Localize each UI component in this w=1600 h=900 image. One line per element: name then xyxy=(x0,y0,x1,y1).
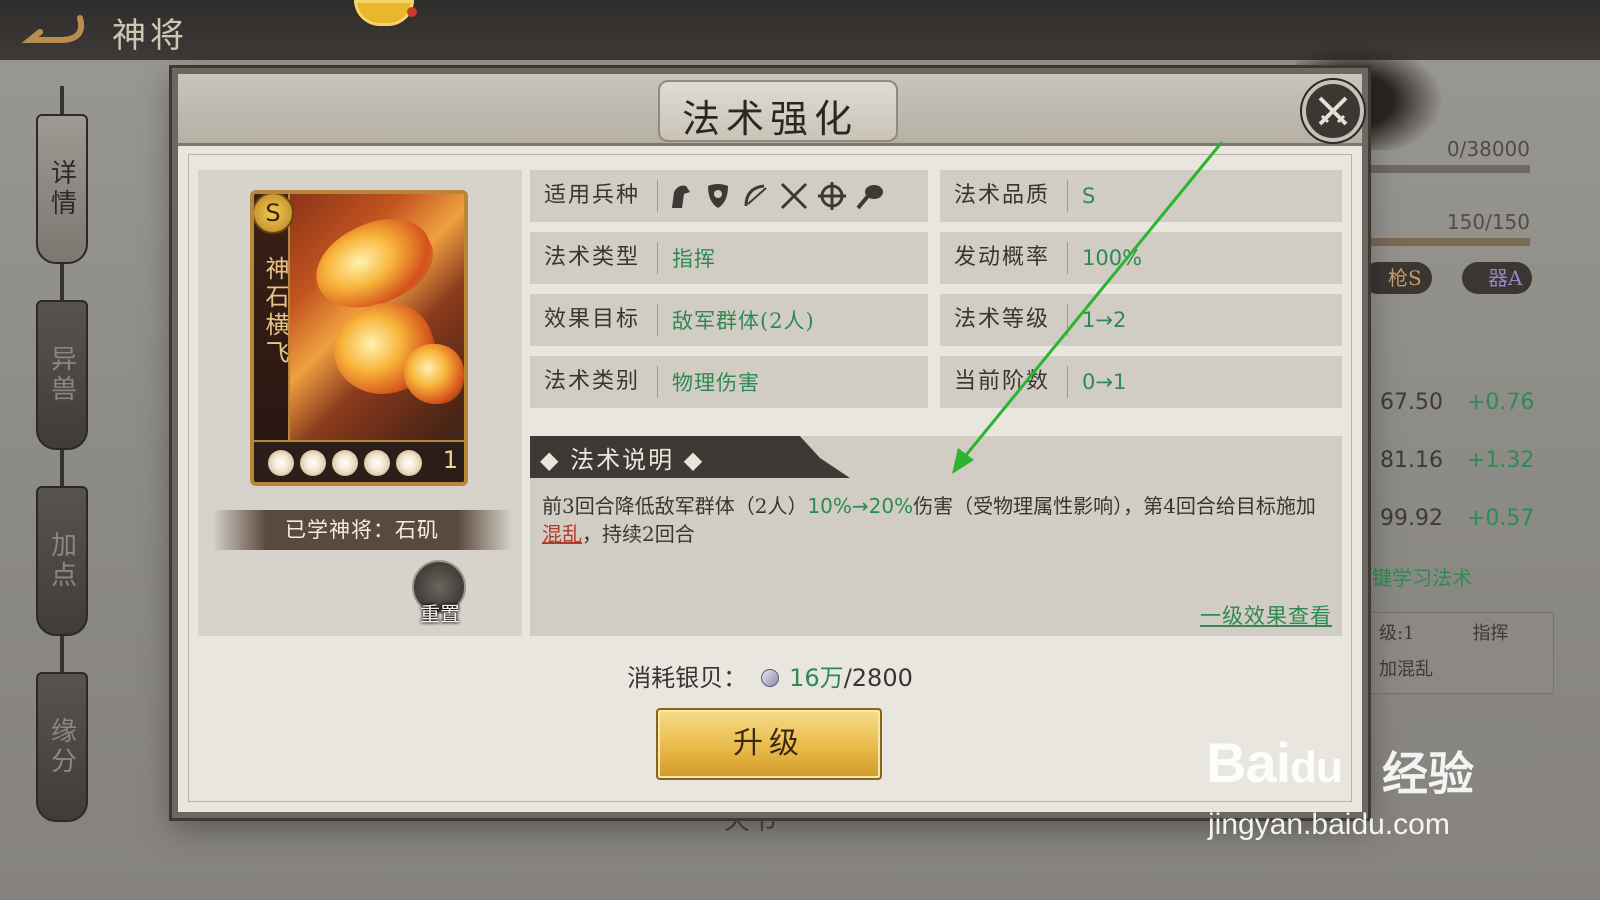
bg-learn-skill-link[interactable]: 键学习法术 xyxy=(1372,562,1472,591)
bow-icon xyxy=(744,184,767,207)
cost-required: /2800 xyxy=(843,664,913,692)
info-label: 法术等级 xyxy=(940,304,1068,336)
info-label: 发动概率 xyxy=(940,242,1068,274)
star-icon xyxy=(300,450,326,476)
reset-label: 重置 xyxy=(420,602,460,626)
card-grade-badge: S xyxy=(254,194,294,234)
info-current-stage: 当前阶数 0→1 xyxy=(940,356,1342,408)
skill-upgrade-dialog: 法术强化 神石横飞 S 1 已学神将：石矶 重置 适用兵种 法术品质 S 法术类… xyxy=(172,68,1368,818)
level-one-effect-link[interactable]: 一级效果查看 xyxy=(1200,600,1332,630)
card-skill-name: 神石横飞 xyxy=(261,256,289,368)
skill-description-panel: ◆ 法术说明 ◆ 前3回合降低敌军群体（2人）10%→20%伤害（受物理属性影响… xyxy=(530,436,1342,636)
side-tab-beast[interactable]: 异兽 xyxy=(36,300,88,450)
event-badge-icon[interactable] xyxy=(354,0,417,26)
info-value: 0→1 xyxy=(1082,370,1127,394)
bg-stat-row: 67.50 +0.76 xyxy=(1380,390,1535,415)
skill-card[interactable]: 神石横飞 S 1 xyxy=(250,190,468,486)
back-arrow-icon xyxy=(21,15,84,43)
card-star-bar: 1 xyxy=(254,440,464,482)
reset-button[interactable]: 重置 xyxy=(412,560,468,630)
info-effect-target: 效果目标 敌军群体(2人) xyxy=(530,294,928,346)
troop-icon-list xyxy=(658,180,886,212)
info-label: 效果目标 xyxy=(530,304,658,336)
side-tab-points[interactable]: 加点 xyxy=(36,486,88,636)
notification-dot xyxy=(407,7,417,17)
shield-icon xyxy=(708,184,728,208)
spear-icon xyxy=(780,182,808,210)
bg-progress-bar-1 xyxy=(1370,165,1530,173)
bg-card-level: 级:1 xyxy=(1379,623,1415,644)
bg-card-type: 指挥 xyxy=(1472,623,1509,644)
info-troop-types: 适用兵种 xyxy=(530,170,928,222)
info-quality: 法术品质 S xyxy=(940,170,1342,222)
info-value: 物理伤害 xyxy=(672,371,760,395)
bg-tag-spear[interactable]: 枪S xyxy=(1362,262,1432,294)
page-title: 神将 xyxy=(112,16,188,56)
cost-label: 消耗银贝： xyxy=(627,664,748,692)
bg-stat-row: 99.92 +0.57 xyxy=(1380,506,1535,531)
close-button[interactable] xyxy=(1302,80,1364,142)
damage-reduction-value: 10%→20% xyxy=(807,494,914,518)
description-text: 前3回合降低敌军群体（2人）10%→20%伤害（受物理属性影响），第4回合给目标… xyxy=(542,494,1316,546)
star-icon xyxy=(396,450,422,476)
bg-card-effect: 加混乱 xyxy=(1379,659,1433,680)
bg-skill-card[interactable]: 级:1 指挥 加混乱 xyxy=(1368,612,1554,694)
bg-progress-bar-2 xyxy=(1370,238,1530,246)
crosshair-icon xyxy=(818,182,846,210)
upgrade-button[interactable]: 升级 xyxy=(656,708,882,780)
info-trigger-chance: 发动概率 100% xyxy=(940,232,1342,284)
back-button[interactable] xyxy=(20,10,92,50)
info-value: 指挥 xyxy=(672,247,716,271)
info-value: 敌军群体(2人) xyxy=(672,309,815,333)
info-label: 法术品质 xyxy=(940,180,1068,212)
cavalry-icon xyxy=(672,185,690,208)
star-icon xyxy=(364,450,390,476)
info-label: 法术类别 xyxy=(530,366,658,398)
info-label: 适用兵种 xyxy=(530,180,658,212)
instrument-icon xyxy=(856,185,883,210)
side-tab-details[interactable]: 详情 xyxy=(36,114,88,264)
side-tab-label: 加点 xyxy=(46,531,77,591)
card-art-flame xyxy=(404,344,464,404)
side-tab-label: 异兽 xyxy=(46,345,77,405)
learned-general-banner: 已学神将：石矶 xyxy=(212,510,512,550)
info-skill-type: 法术类型 指挥 xyxy=(530,232,928,284)
bg-tag-instrument[interactable]: 器A xyxy=(1462,262,1533,294)
status-keyword-link[interactable]: 混乱 xyxy=(542,522,582,546)
crossed-swords-close-icon xyxy=(1318,96,1348,126)
bg-progress-text-1: 0/38000 xyxy=(1446,137,1530,161)
star-icon xyxy=(332,450,358,476)
info-label: 法术类型 xyxy=(530,242,658,274)
cost-owned: 16万 xyxy=(789,664,844,692)
dialog-title: 法术强化 xyxy=(681,97,858,141)
dialog-header: 法术强化 xyxy=(178,74,1362,146)
description-title: ◆ 法术说明 ◆ xyxy=(540,446,705,474)
info-value: 100% xyxy=(1082,246,1143,270)
side-tab-bonds[interactable]: 缘分 xyxy=(36,672,88,822)
card-level: 1 xyxy=(442,446,458,474)
skill-card-panel: 神石横飞 S 1 已学神将：石矶 重置 xyxy=(198,170,522,636)
silver-shell-icon xyxy=(761,668,780,687)
bg-progress-text-2: 150/150 xyxy=(1446,210,1530,234)
info-skill-category: 法术类别 物理伤害 xyxy=(530,356,928,408)
side-tab-label: 详情 xyxy=(46,159,77,219)
star-icon xyxy=(268,450,294,476)
info-label: 当前阶数 xyxy=(940,366,1068,398)
info-value: S xyxy=(1082,184,1096,208)
side-tab-label: 缘分 xyxy=(46,717,77,777)
info-skill-level: 法术等级 1→2 xyxy=(940,294,1342,346)
info-value: 1→2 xyxy=(1082,308,1127,332)
bg-stat-row: 81.16 +1.32 xyxy=(1380,448,1535,473)
cost-row: 消耗银贝： 16万/2800 xyxy=(178,658,1362,693)
